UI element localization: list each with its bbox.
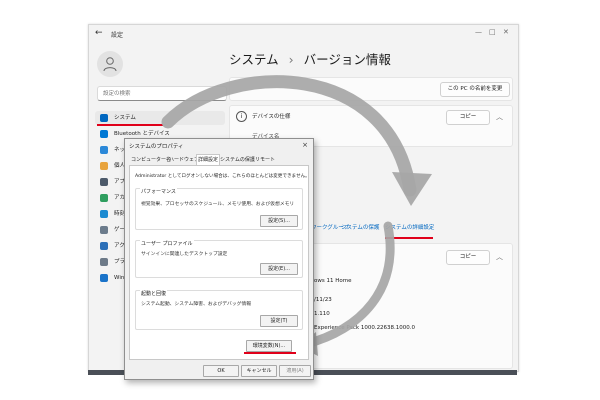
highlight-underline-env [244, 352, 296, 354]
user-profiles-title: ユーザー プロファイル [140, 240, 194, 247]
performance-desc: 視覚効果、プロセッサのスケジュール、メモリ使用、および仮想メモリ [141, 202, 295, 207]
startup-recovery-title: 起動と回復 [140, 290, 168, 297]
performance-title: パフォーマンス [140, 188, 177, 195]
performance-settings-button[interactable]: 設定(S)... [260, 215, 298, 227]
system-properties-dialog: システムのプロパティ × コンピューター名 ハードウェア 詳細設定 システムの保… [124, 138, 314, 380]
user-profiles-desc: サインインに関連したデスクトップ設定 [141, 252, 228, 257]
ok-button[interactable]: OK [203, 365, 239, 377]
tab-hardware[interactable]: ハードウェア [169, 155, 199, 165]
tab-remote[interactable]: リモート [255, 155, 275, 165]
startup-recovery-settings-button[interactable]: 設定(T) [260, 315, 298, 327]
arrow-to-env-button [301, 221, 395, 349]
tab-system-protection[interactable]: システムの保護 [220, 155, 255, 165]
arrow-to-advanced-settings-head [392, 172, 432, 206]
environment-variables-button[interactable]: 環境変数(N)... [246, 340, 292, 352]
dialog-close-icon[interactable]: × [302, 141, 308, 149]
apply-button[interactable]: 適用(A) [279, 365, 311, 377]
user-profiles-group: ユーザー プロファイル サインインに関連したデスクトップ設定 設定(E)... [135, 240, 303, 278]
startup-recovery-desc: システム起動、システム障害、およびデバッグ情報 [141, 302, 252, 307]
advanced-tab-panel: Administrator としてログオンしない場合は、これらのほとんどは変更で… [129, 165, 310, 360]
dialog-title: システムのプロパティ [129, 144, 184, 150]
tab-computer-name[interactable]: コンピューター名 [131, 155, 171, 165]
performance-group: パフォーマンス 視覚効果、プロセッサのスケジュール、メモリ使用、および仮想メモリ… [135, 188, 303, 230]
admin-note: Administrator としてログオンしない場合は、これらのほとんどは変更で… [135, 174, 310, 179]
startup-recovery-group: 起動と回復 システム起動、システム障害、およびデバッグ情報 設定(T) [135, 290, 303, 330]
cancel-button[interactable]: キャンセル [241, 365, 277, 377]
user-profiles-settings-button[interactable]: 設定(E)... [260, 263, 298, 275]
